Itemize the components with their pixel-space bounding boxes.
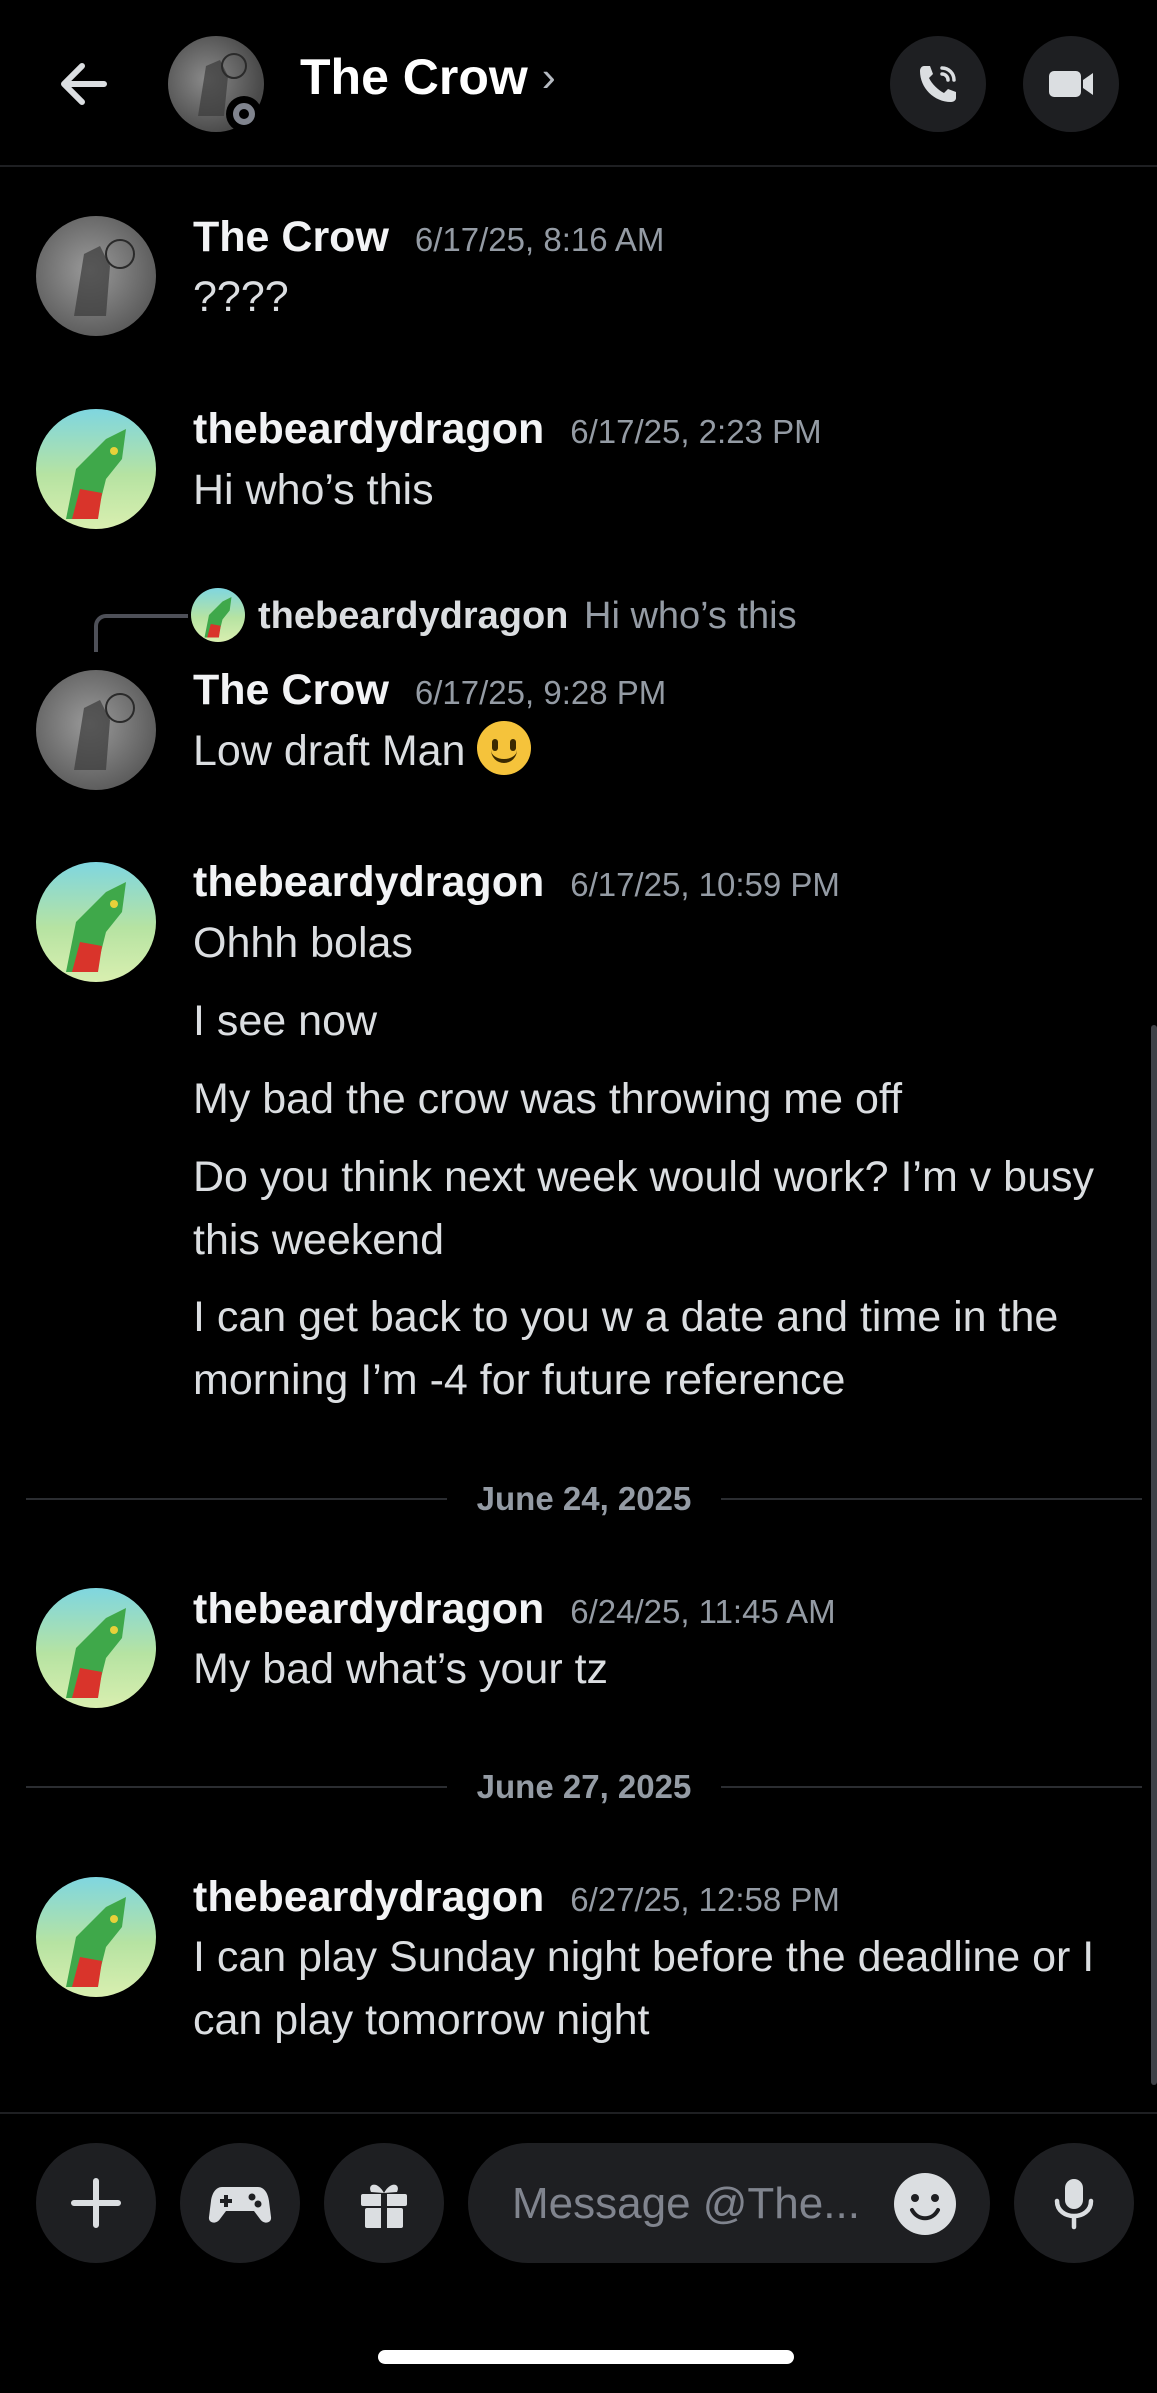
- message-timestamp: 6/27/25, 12:58 PM: [570, 1881, 840, 1918]
- message-input[interactable]: [510, 2143, 874, 2265]
- back-button[interactable]: [52, 52, 116, 116]
- home-indicator[interactable]: [378, 2350, 794, 2364]
- dragon-avatar-image: [66, 429, 126, 519]
- author-avatar-the-crow[interactable]: [36, 216, 156, 336]
- channel-title-text: The Crow: [300, 49, 528, 105]
- emoji-smile-icon[interactable]: [892, 2171, 958, 2237]
- author-name[interactable]: thebeardydragon: [193, 1873, 544, 1921]
- message-text: Hi who’s this: [193, 459, 1133, 522]
- author-name[interactable]: The Crow: [193, 213, 389, 261]
- date-divider-label: June 27, 2025: [476, 1768, 692, 1805]
- author-name[interactable]: The Crow: [193, 666, 389, 714]
- message-header: The Crow 6/17/25, 8:16 AM: [193, 213, 664, 262]
- message-line: My bad the crow was throwing me off: [193, 1075, 903, 1123]
- author-avatar-the-crow[interactable]: [36, 670, 156, 790]
- message-timestamp: 6/24/25, 11:45 AM: [570, 1593, 836, 1630]
- microphone-icon: [1054, 2179, 1094, 2230]
- message-text: I can play Sunday night before the deadl…: [193, 1926, 1133, 2052]
- video-call-button[interactable]: [1023, 36, 1119, 132]
- video-camera-icon: [1049, 71, 1093, 97]
- message-text: Ohhh bolas: [193, 912, 1133, 975]
- message-timestamp: 6/17/25, 2:23 PM: [570, 413, 822, 450]
- gamepad-icon: [208, 2187, 272, 2223]
- message-timestamp: 6/17/25, 9:28 PM: [414, 674, 667, 711]
- message-text: ????: [193, 266, 1133, 329]
- message-text: My bad the crow was throwing me off: [193, 1068, 1133, 1131]
- message-header: thebeardydragon 6/17/25, 10:59 PM: [193, 858, 840, 907]
- message-line: ????: [193, 273, 289, 321]
- dragon-avatar-image: [66, 1897, 126, 1987]
- arrow-left-icon: [61, 63, 107, 105]
- dragon-avatar-image: [66, 1608, 126, 1698]
- phone-call-icon: [920, 66, 956, 102]
- reply-connector: [94, 614, 188, 652]
- reply-avatar: [191, 588, 245, 642]
- channel-title[interactable]: The Crow ›: [300, 48, 556, 106]
- message-timestamp: 6/17/25, 8:16 AM: [414, 221, 665, 258]
- gift-icon: [361, 2184, 407, 2228]
- message-timestamp: 6/17/25, 10:59 PM: [570, 866, 840, 903]
- message-text: My bad what’s your tz: [193, 1638, 1133, 1701]
- dragon-avatar-image: [204, 597, 232, 638]
- voice-call-button[interactable]: [890, 36, 986, 132]
- message-line: Low draft Man: [193, 727, 466, 775]
- author-avatar-thebeardydragon[interactable]: [36, 1588, 156, 1708]
- date-divider: June 27, 2025: [26, 1767, 1142, 1807]
- message-header: The Crow 6/17/25, 9:28 PM: [193, 666, 666, 715]
- author-name[interactable]: thebeardydragon: [193, 405, 544, 453]
- author-name[interactable]: thebeardydragon: [193, 858, 544, 906]
- message-line: Ohhh bolas: [193, 919, 413, 967]
- message-header: thebeardydragon 6/17/25, 2:23 PM: [193, 405, 822, 454]
- scrollbar[interactable]: [1151, 1025, 1157, 2085]
- message-line: Hi who’s this: [193, 466, 434, 514]
- author-avatar-thebeardydragon[interactable]: [36, 1877, 156, 1997]
- author-avatar-thebeardydragon[interactable]: [36, 862, 156, 982]
- add-attachment-button[interactable]: [36, 2143, 156, 2263]
- message-header: thebeardydragon 6/27/25, 12:58 PM: [193, 1873, 840, 1922]
- slightly-smiling-face-emoji: [477, 721, 532, 775]
- message-header: thebeardydragon 6/24/25, 11:45 AM: [193, 1585, 836, 1634]
- reply-preview-text[interactable]: Hi who’s this: [584, 595, 797, 638]
- date-divider-label: June 24, 2025: [476, 1480, 692, 1517]
- message-input-container[interactable]: [468, 2143, 990, 2265]
- date-divider: June 24, 2025: [26, 1479, 1142, 1519]
- send-gift-button[interactable]: [324, 2143, 444, 2263]
- message-text: Do you think next week would work? I’m v…: [193, 1146, 1133, 1272]
- message-text: I see now: [193, 990, 1133, 1053]
- chevron-right-icon: ›: [541, 53, 556, 100]
- crow-avatar-image: [74, 239, 135, 316]
- dragon-avatar-image: [66, 882, 126, 972]
- message-text: Low draft Man: [193, 720, 1133, 783]
- message-line: I see now: [193, 997, 378, 1045]
- activities-button[interactable]: [180, 2143, 300, 2263]
- crow-avatar-image: [74, 693, 135, 770]
- chat-header: The Crow ›: [0, 0, 1157, 167]
- reply-author[interactable]: thebeardydragon: [258, 595, 568, 638]
- author-name[interactable]: thebeardydragon: [193, 1585, 544, 1633]
- status-indicator: [226, 96, 262, 132]
- message-line: I can play Sunday night before the deadl…: [193, 1933, 1095, 2044]
- message-text: I can get back to you w a date and time …: [193, 1286, 1133, 1412]
- plus-icon: [71, 2178, 121, 2228]
- voice-message-button[interactable]: [1014, 2143, 1134, 2263]
- author-avatar-thebeardydragon[interactable]: [36, 409, 156, 529]
- message-line: I can get back to you w a date and time …: [193, 1293, 1059, 1404]
- message-line: Do you think next week would work? I’m v…: [193, 1153, 1095, 1264]
- message-list[interactable]: The Crow 6/17/25, 8:16 AM ???? thebeardyd…: [0, 167, 1157, 2112]
- message-line: My bad what’s your tz: [193, 1645, 609, 1693]
